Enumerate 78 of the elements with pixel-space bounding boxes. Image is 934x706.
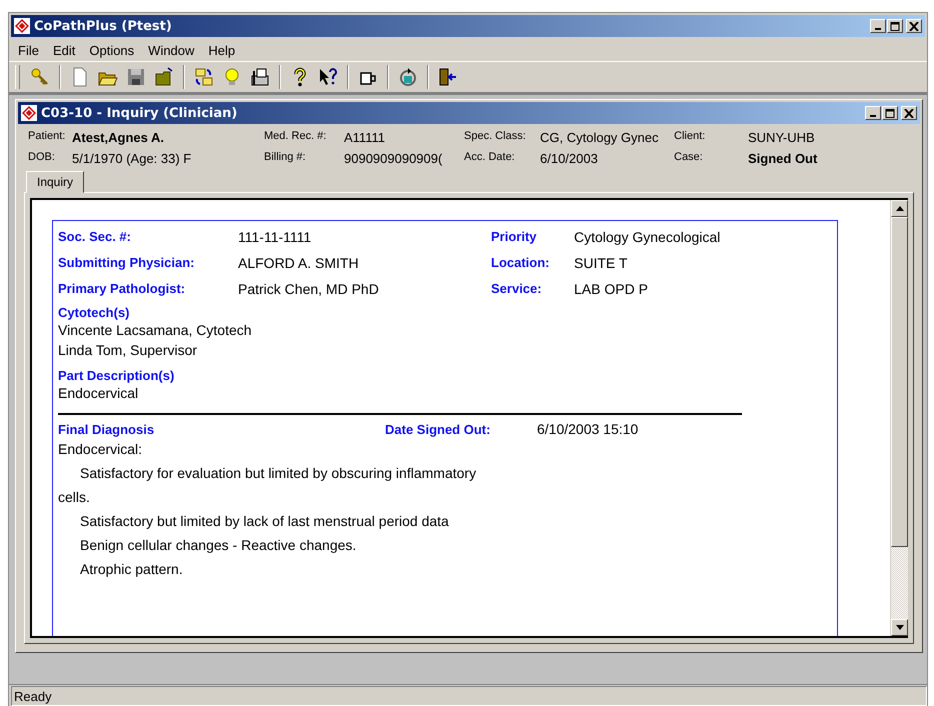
maximize-icon [885, 108, 895, 118]
field-value: Signed Out [748, 151, 818, 166]
maximize-icon [890, 22, 900, 30]
menu-item[interactable]: Help [201, 42, 242, 58]
field-label: Service: [491, 281, 543, 297]
section-heading: Cytotech(s) [58, 305, 131, 320]
field-value: ALFORD A. SMITH [238, 255, 360, 271]
close-button[interactable] [901, 106, 917, 120]
up-arrow-icon [896, 206, 904, 211]
down-arrow-icon [896, 625, 904, 630]
field-label: Location: [491, 255, 550, 271]
text-line: Endocervical: [58, 441, 142, 457]
text-line: Endocervical [58, 384, 140, 403]
field-value: CG, Cytology Gynec [540, 130, 658, 145]
app-logo-icon [14, 18, 30, 34]
pointer-help-icon[interactable] [318, 67, 338, 87]
scrollbar-thumb[interactable] [891, 217, 908, 547]
fax-machine-icon[interactable] [250, 67, 270, 87]
scroll-up-button[interactable] [891, 200, 908, 217]
field-value: SUITE T [574, 255, 628, 271]
section-heading: Final Diagnosis [58, 422, 156, 437]
field-label: Primary Pathologist: [58, 281, 186, 297]
tab[interactable]: Inquiry [26, 171, 84, 193]
field-value: SUNY-UHB [748, 130, 815, 145]
menu-item[interactable]: File [11, 42, 46, 58]
maximize-button[interactable] [882, 106, 898, 120]
section-heading: Part Description(s) [58, 368, 176, 383]
field-value: 6/10/2003 15:10 [537, 421, 638, 437]
field-label: Acc. Date: [464, 151, 516, 165]
field-value: Cytology Gynecological [574, 229, 722, 245]
window-title: CoPathPlus (Ptest) [34, 18, 173, 34]
minimize-button[interactable] [870, 19, 886, 33]
field-value: 6/10/2003 [540, 151, 598, 166]
refresh-icon[interactable] [398, 67, 418, 87]
text-line: Benign cellular changes - Reactive changes. [80, 537, 356, 553]
minimize-button[interactable] [865, 106, 881, 120]
status-text: Ready [11, 686, 927, 706]
text-line: Satisfactory but limited by lack of last menstrual period data [80, 513, 449, 529]
text-line: Satisfactory for evaluation but limited by obscuring inflammatory [80, 465, 476, 481]
field-value: Patrick Chen, MD PhD [238, 281, 380, 297]
field-label: Patient: [28, 130, 66, 144]
menu-item[interactable]: Edit [46, 42, 82, 58]
exit-door-icon[interactable] [438, 67, 458, 87]
field-label: DOB: [28, 151, 56, 165]
field-value: 5/1/1970 (Age: 33) F [72, 151, 192, 166]
field-label: Case: [674, 151, 704, 165]
minimize-icon [875, 28, 881, 30]
field-label: Med. Rec. #: [264, 130, 328, 144]
field-label: Date Signed Out: [385, 422, 492, 437]
key-icon[interactable] [30, 67, 50, 87]
scrollbar[interactable] [890, 200, 908, 636]
maximize-button[interactable] [887, 19, 903, 33]
field-label: Spec. Class: [464, 130, 527, 144]
field-label: Soc. Sec. #: [58, 229, 132, 245]
text-line: Linda Tom, Supervisor [58, 341, 198, 360]
field-value: Atest,Agnes A. [72, 130, 164, 145]
scroll-down-button[interactable] [891, 619, 908, 636]
menu-item[interactable]: Window [141, 42, 202, 58]
document-title: C03-10 - Inquiry (Clinician) [41, 106, 238, 120]
close-button[interactable] [906, 19, 922, 33]
field-value: LAB OPD P [574, 281, 649, 297]
text-line: Vincente Lacsamana, Cytotech [58, 321, 253, 340]
app-logo-icon [21, 105, 37, 121]
text-line: Atrophic pattern. [80, 561, 183, 577]
field-label: Priority [491, 229, 538, 245]
text-line: cells. [58, 489, 90, 505]
folder-icon[interactable] [154, 67, 174, 87]
minimize-icon [870, 115, 876, 117]
swap-folders-icon[interactable] [194, 67, 214, 87]
field-value: A11111 [344, 130, 385, 145]
field-value: 111-11-1111 [238, 229, 312, 245]
field-label: Submitting Physician: [58, 255, 196, 271]
close-icon [904, 108, 914, 118]
field-label: Billing #: [264, 151, 307, 165]
close-icon [909, 22, 919, 30]
field-value: 9090909090909( [344, 151, 442, 166]
field-label: Client: [674, 130, 706, 144]
menu-item[interactable]: Options [82, 42, 142, 58]
